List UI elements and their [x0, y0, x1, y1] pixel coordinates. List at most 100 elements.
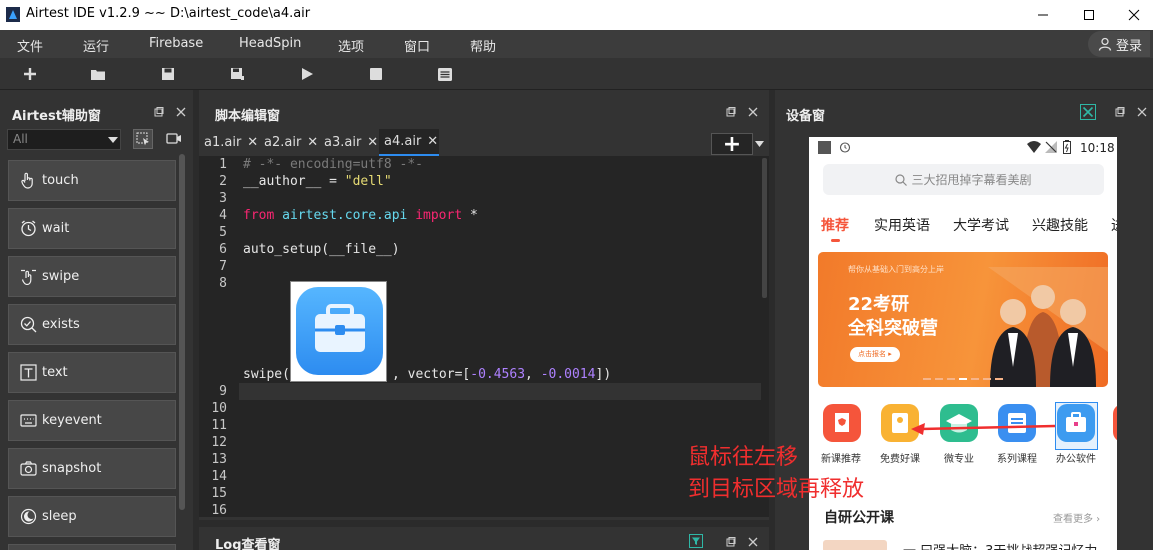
- float-panel-icon[interactable]: [154, 107, 164, 117]
- section-title: 自研公开课: [824, 510, 894, 526]
- alarm-icon: [839, 142, 851, 153]
- course-title[interactable]: 一 曰强大脑：3天挑战超强记忆力: [903, 540, 1097, 550]
- code-text: , vector=[: [391, 367, 471, 382]
- close-panel-icon[interactable]: [748, 537, 758, 547]
- login-button[interactable]: 登录: [1088, 31, 1150, 57]
- code-text: swipe(: [243, 367, 290, 382]
- assist-keyevent-button[interactable]: keyevent: [8, 400, 176, 441]
- code-number: -0.4563: [470, 367, 526, 382]
- tab-list-chevron-icon[interactable]: [755, 141, 764, 147]
- menu-run[interactable]: 运行: [83, 36, 109, 55]
- tab-label: a1.air: [204, 135, 242, 150]
- window-title: Airtest IDE v1.2.9 ~~ D:\airtest_code\a4…: [26, 6, 311, 21]
- assist-text-label: text: [42, 365, 68, 380]
- category-tab-english[interactable]: 实用英语: [874, 215, 930, 235]
- section-more-link[interactable]: 查看更多 ›: [1053, 510, 1100, 525]
- assist-text-button[interactable]: text: [8, 352, 176, 393]
- tab-a1[interactable]: a1.air ✕: [199, 129, 258, 156]
- add-tab-button[interactable]: +: [711, 132, 753, 157]
- app-search-bar[interactable]: 三大招甩掉字幕看美剧: [823, 164, 1104, 195]
- tab-close-icon[interactable]: ✕: [367, 135, 378, 150]
- tab-label: a3.air: [324, 135, 362, 150]
- promo-banner[interactable]: 帮你从基础入门到高分上岸 22考研 全科突破营 点击报名 ▸: [818, 252, 1108, 387]
- maximize-button[interactable]: [1066, 0, 1112, 30]
- folder-open-icon: [91, 70, 105, 80]
- tab-close-icon[interactable]: ✕: [307, 135, 318, 150]
- select-element-button[interactable]: [133, 129, 153, 149]
- assist-filter-select[interactable]: All: [7, 129, 121, 150]
- code-line-2: __author__ = "dell": [243, 174, 392, 189]
- log-view-button[interactable]: [437, 66, 453, 82]
- assist-touch-button[interactable]: touch: [8, 160, 176, 201]
- menu-bar: 文件 运行 Firebase HeadSpin 选项 窗口 帮助: [0, 30, 1153, 58]
- category-tab-exams[interactable]: 大学考试: [953, 215, 1009, 235]
- tab-a4[interactable]: a4.air ✕: [379, 129, 439, 156]
- assist-sleep-button[interactable]: sleep: [8, 496, 176, 537]
- float-panel-icon[interactable]: [1115, 107, 1125, 117]
- menu-firebase[interactable]: Firebase: [149, 36, 203, 51]
- app-icon-new-course[interactable]: [823, 404, 861, 442]
- assist-next-item-partial[interactable]: [8, 544, 176, 550]
- stop-button[interactable]: [368, 66, 384, 82]
- code-line-4: from airtest.core.api import *: [243, 208, 478, 223]
- minimize-button[interactable]: [1020, 0, 1066, 30]
- cursor-select-icon: [136, 132, 149, 146]
- code-line-6: auto_setup(__file__): [243, 242, 400, 257]
- code-text: ,: [525, 367, 541, 382]
- category-tab-recommend[interactable]: 推荐: [821, 215, 849, 235]
- close-panel-icon[interactable]: [176, 107, 186, 117]
- open-button[interactable]: [90, 66, 106, 82]
- assist-scrollbar[interactable]: [179, 154, 185, 510]
- close-panel-icon[interactable]: [1137, 107, 1147, 117]
- tab-close-icon[interactable]: ✕: [247, 135, 258, 150]
- close-icon: [1128, 9, 1140, 21]
- app-icon-office-software[interactable]: [1057, 404, 1095, 442]
- menu-options[interactable]: 选项: [338, 36, 364, 55]
- camera-icon: [19, 460, 37, 478]
- code-image-thumbnail[interactable]: [290, 281, 387, 382]
- banner-signup-button[interactable]: 点击报名 ▸: [850, 347, 900, 362]
- menu-headspin[interactable]: HeadSpin: [239, 36, 301, 51]
- code-area[interactable]: 1 2 3 4 5 6 7 8 9 10 11 12 13 14 15 16 #…: [199, 156, 769, 518]
- assist-wait-label: wait: [42, 221, 70, 236]
- menu-help[interactable]: 帮助: [470, 36, 496, 55]
- assist-exists-button[interactable]: exists: [8, 304, 176, 345]
- assist-exists-label: exists: [42, 317, 80, 332]
- tab-a2[interactable]: a2.air ✕: [259, 129, 318, 156]
- float-panel-icon[interactable]: [726, 107, 736, 117]
- tab-close-icon[interactable]: ✕: [427, 134, 438, 149]
- new-script-button[interactable]: [22, 66, 38, 82]
- float-panel-icon[interactable]: [726, 537, 736, 547]
- run-button[interactable]: [299, 66, 315, 82]
- app-icon-partial[interactable]: [1113, 404, 1117, 442]
- code-scrollbar[interactable]: [762, 158, 767, 298]
- course-thumbnail[interactable]: [823, 540, 887, 550]
- assist-snapshot-button[interactable]: snapshot: [8, 448, 176, 489]
- toolbox-app-icon: [296, 287, 383, 375]
- close-window-button[interactable]: [1111, 0, 1153, 30]
- save-all-button[interactable]: [229, 66, 245, 82]
- assist-swipe-button[interactable]: swipe: [8, 256, 176, 297]
- category-tab-skills[interactable]: 兴趣技能: [1032, 215, 1088, 235]
- editor-panel-title: 脚本编辑窗: [215, 109, 281, 124]
- tab-a3[interactable]: a3.air ✕: [319, 129, 378, 156]
- app-label: 免费好课: [880, 454, 920, 465]
- toolbar: [0, 58, 1153, 90]
- wifi-icon: [1027, 141, 1041, 153]
- search-icon: [895, 173, 908, 186]
- assist-wait-button[interactable]: wait: [8, 208, 176, 249]
- tools-icon[interactable]: [1080, 104, 1096, 120]
- menu-window[interactable]: 窗口: [404, 36, 430, 55]
- filter-icon[interactable]: [689, 534, 703, 548]
- category-tab-more[interactable]: 进: [1111, 215, 1117, 235]
- menu-file[interactable]: 文件: [17, 36, 43, 55]
- app-label: 微专业: [944, 454, 974, 465]
- keyboard-icon: [19, 412, 37, 430]
- record-button[interactable]: [165, 129, 185, 149]
- assist-swipe-label: swipe: [42, 269, 80, 284]
- save-button[interactable]: [160, 66, 176, 82]
- play-icon: [302, 68, 313, 80]
- swipe-hand-icon: [19, 268, 37, 286]
- search-check-icon: [19, 316, 37, 334]
- close-panel-icon[interactable]: [748, 107, 758, 117]
